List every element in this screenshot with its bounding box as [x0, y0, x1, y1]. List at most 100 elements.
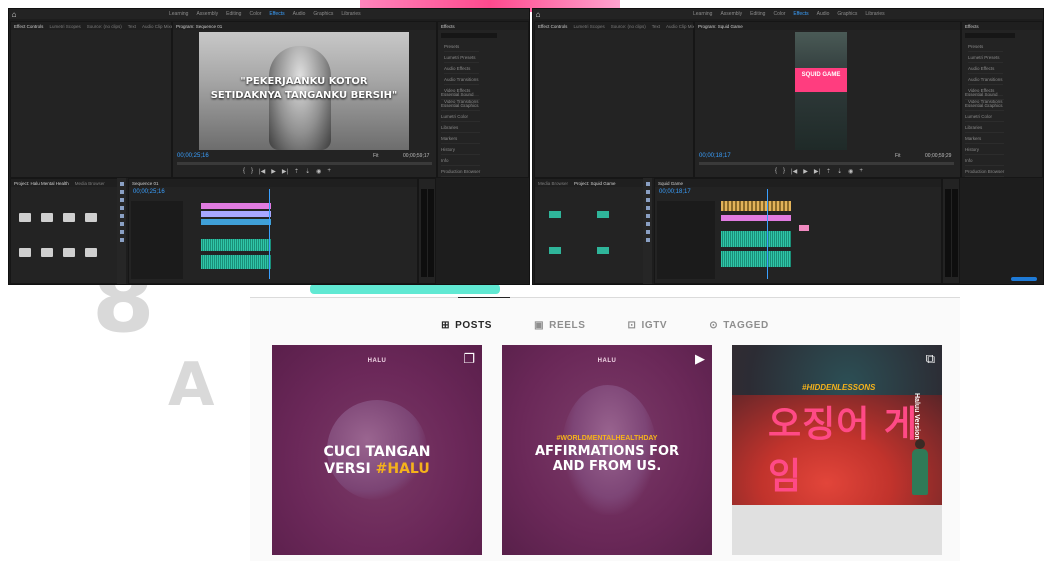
- audio-waveform-clip[interactable]: [721, 251, 791, 267]
- panel-section[interactable]: Markers: [965, 136, 1005, 144]
- play-icon[interactable]: ▶: [803, 168, 808, 175]
- workspace-tab[interactable]: Assembly: [196, 11, 218, 17]
- panel-section[interactable]: Info: [441, 158, 481, 166]
- post-thumbnail[interactable]: ⧉ #HIDDENLESSONS 오징어 게임 Haluu Version: [732, 345, 942, 555]
- tab-project[interactable]: Project: Halu Mental Health: [14, 181, 69, 186]
- effects-search-input[interactable]: [441, 33, 497, 38]
- pen-tool-icon[interactable]: [645, 222, 650, 226]
- pen-tool-icon[interactable]: [119, 222, 124, 226]
- video-clip[interactable]: [721, 215, 791, 221]
- bin-folder-icon[interactable]: [63, 213, 75, 222]
- graphic-clip[interactable]: [799, 225, 809, 231]
- fit-dropdown[interactable]: Fit: [895, 153, 901, 159]
- workspace-tab[interactable]: Audio: [817, 11, 830, 17]
- effects-folder[interactable]: Audio Effects: [444, 66, 479, 74]
- bin-folder-icon[interactable]: [19, 248, 31, 257]
- timeline-playhead[interactable]: [269, 189, 270, 279]
- fit-dropdown[interactable]: Fit: [373, 153, 379, 159]
- tab-posts[interactable]: ⊞ POSTS: [441, 320, 492, 331]
- effects-folder[interactable]: Audio Transitions: [968, 77, 1003, 85]
- program-scrubber[interactable]: [177, 162, 432, 165]
- clip-thumbnail[interactable]: [597, 211, 609, 218]
- selection-tool-icon[interactable]: [645, 182, 650, 186]
- tab-reels[interactable]: ▣ REELS: [534, 320, 585, 331]
- panel-section[interactable]: Markers: [441, 136, 481, 144]
- bin-folder-icon[interactable]: [41, 248, 53, 257]
- workspace-tab[interactable]: Learning: [169, 11, 188, 17]
- workspace-tab[interactable]: Color: [249, 11, 261, 17]
- panel-section[interactable]: Essential Graphics: [441, 103, 481, 111]
- workspace-tab[interactable]: Editing: [750, 11, 765, 17]
- workspace-tab[interactable]: Editing: [226, 11, 241, 17]
- hand-tool-icon[interactable]: [645, 230, 650, 234]
- audio-waveform-clip[interactable]: [201, 239, 271, 251]
- video-clip[interactable]: [201, 211, 271, 217]
- video-clip-title[interactable]: [201, 203, 271, 209]
- panel-section[interactable]: Essential Sound: [965, 92, 1005, 100]
- effects-folder[interactable]: Presets: [968, 44, 1003, 52]
- slip-tool-icon[interactable]: [119, 214, 124, 218]
- bin-folder-icon[interactable]: [19, 213, 31, 222]
- effects-title[interactable]: Effects: [965, 24, 979, 29]
- ripple-edit-icon[interactable]: [645, 198, 650, 202]
- tab-lumetri-scopes[interactable]: Lumetri Scopes: [573, 24, 604, 29]
- panel-section[interactable]: Essential Graphics: [965, 103, 1005, 111]
- add-button-icon[interactable]: +: [859, 168, 863, 175]
- tab-igtv[interactable]: ⊡ IGTV: [627, 320, 667, 331]
- clip-thumbnail[interactable]: [549, 247, 561, 254]
- export-frame-icon[interactable]: ◉: [316, 168, 321, 175]
- tab-effect-controls[interactable]: Effect Controls: [538, 24, 567, 29]
- panel-section[interactable]: Info: [965, 158, 1005, 166]
- effects-folder[interactable]: Lumetri Presets: [444, 55, 479, 63]
- track-select-icon[interactable]: [645, 190, 650, 194]
- panel-section[interactable]: History: [965, 147, 1005, 155]
- tab-media-browser[interactable]: Media Browser: [75, 181, 105, 186]
- workspace-tab[interactable]: Assembly: [720, 11, 742, 17]
- lift-icon[interactable]: ⇡: [294, 168, 299, 175]
- workspace-tab[interactable]: Libraries: [865, 11, 884, 17]
- panel-section[interactable]: Lumetri Color: [441, 114, 481, 122]
- tab-source[interactable]: Source: (no clips): [611, 24, 646, 29]
- mark-out-icon[interactable]: }: [251, 168, 253, 175]
- timeline-tab[interactable]: Squid Game: [658, 181, 683, 186]
- play-icon[interactable]: ▶: [271, 168, 276, 175]
- effects-folder[interactable]: Audio Effects: [968, 66, 1003, 74]
- effects-title[interactable]: Effects: [441, 24, 455, 29]
- panel-section[interactable]: Libraries: [441, 125, 481, 133]
- panel-section[interactable]: History: [441, 147, 481, 155]
- panel-section[interactable]: Lumetri Color: [965, 114, 1005, 122]
- program-label[interactable]: Program: Sequence 01: [176, 24, 222, 29]
- mark-in-icon[interactable]: {: [775, 168, 777, 175]
- tab-project[interactable]: Project: Squid Game: [574, 181, 616, 186]
- bin-folder-icon[interactable]: [85, 213, 97, 222]
- hand-tool-icon[interactable]: [119, 230, 124, 234]
- status-progress-button[interactable]: [1011, 277, 1037, 281]
- workspace-tab-active[interactable]: Effects: [269, 11, 284, 17]
- timeline-playhead[interactable]: [767, 189, 768, 279]
- workspace-tab[interactable]: Libraries: [341, 11, 360, 17]
- tab-text[interactable]: Text: [128, 24, 136, 29]
- panel-section[interactable]: Production Browser: [441, 169, 481, 177]
- effects-search-input[interactable]: [965, 33, 1015, 38]
- tab-text[interactable]: Text: [652, 24, 660, 29]
- timeline-tab[interactable]: Sequence 01: [132, 181, 159, 186]
- selection-tool-icon[interactable]: [119, 182, 124, 186]
- post-thumbnail[interactable]: HALU ▶ #WORLDMENTALHEALTHDAY AFFIRMATION…: [502, 345, 712, 555]
- razor-tool-icon[interactable]: [645, 206, 650, 210]
- clip-thumbnail[interactable]: [597, 247, 609, 254]
- bin-folder-icon[interactable]: [85, 248, 97, 257]
- lift-icon[interactable]: ⇡: [826, 168, 831, 175]
- step-back-icon[interactable]: |◀: [259, 168, 265, 175]
- export-frame-icon[interactable]: ◉: [848, 168, 853, 175]
- program-scrubber[interactable]: [699, 162, 954, 165]
- panel-section[interactable]: Production Browser: [965, 169, 1005, 177]
- tab-lumetri-scopes[interactable]: Lumetri Scopes: [49, 24, 80, 29]
- tab-media-browser[interactable]: Media Browser: [538, 181, 568, 186]
- bin-folder-icon[interactable]: [41, 213, 53, 222]
- workspace-tab-active[interactable]: Effects: [793, 11, 808, 17]
- extract-icon[interactable]: ⇣: [837, 168, 842, 175]
- add-button-icon[interactable]: +: [327, 168, 331, 175]
- workspace-tab[interactable]: Graphics: [837, 11, 857, 17]
- home-icon[interactable]: ⌂: [9, 10, 19, 19]
- audio-waveform-clip[interactable]: [201, 255, 271, 269]
